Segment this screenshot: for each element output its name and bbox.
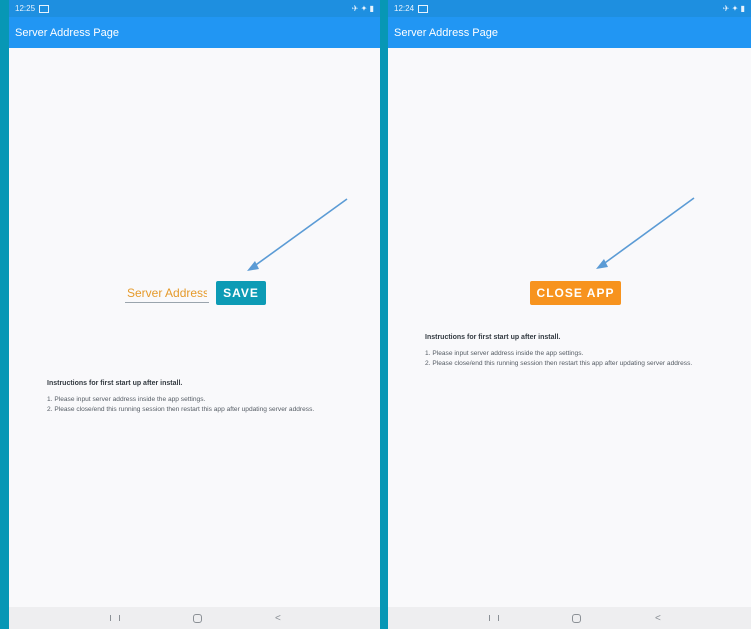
left-screen: 12:25 ✈ ✦ ▮ Server Address Page SAVE Ins…	[0, 0, 384, 629]
instruction-item: 1. Please input server address inside th…	[47, 396, 206, 403]
app-bar: Server Address Page	[388, 17, 751, 48]
right-screen: 12:24 ✈ ✦ ▮ Server Address Page CLOSE AP…	[384, 0, 751, 629]
instruction-item: 2. Please close/end this running session…	[425, 360, 693, 367]
instruction-item: 1. Please input server address inside th…	[425, 350, 584, 357]
status-icons: ✈ ✦ ▮	[351, 4, 374, 13]
instructions-title: Instructions for first start up after in…	[47, 380, 183, 387]
instructions-block: Instructions for first start up after in…	[425, 334, 692, 370]
status-icons: ✈ ✦ ▮	[722, 4, 745, 13]
instructions-block: Instructions for first start up after in…	[47, 380, 314, 416]
home-icon[interactable]	[193, 613, 202, 623]
app-bar: Server Address Page	[9, 17, 380, 48]
app-bar-title: Server Address Page	[394, 26, 498, 39]
server-address-input[interactable]	[125, 283, 209, 303]
back-icon[interactable]: <	[275, 613, 281, 624]
status-bar: 12:25 ✈ ✦ ▮	[9, 0, 380, 17]
annotation-arrow	[596, 197, 695, 269]
instruction-item: 2. Please close/end this running session…	[47, 406, 315, 413]
image-notification-icon	[418, 4, 429, 13]
home-icon[interactable]	[572, 613, 581, 623]
status-bar: 12:24 ✈ ✦ ▮	[388, 0, 751, 17]
save-button[interactable]: SAVE	[216, 281, 266, 305]
recents-icon[interactable]	[489, 615, 499, 621]
app-bar-title: Server Address Page	[15, 26, 119, 39]
instructions-title: Instructions for first start up after in…	[425, 334, 561, 341]
recents-icon[interactable]	[110, 615, 120, 621]
close-app-button[interactable]: CLOSE APP	[530, 281, 621, 305]
status-time: 12:25	[15, 4, 36, 13]
status-time: 12:24	[394, 4, 415, 13]
system-nav-bar: <	[388, 607, 751, 629]
image-notification-icon	[39, 4, 50, 13]
back-icon[interactable]: <	[655, 613, 661, 624]
annotation-arrow	[247, 198, 348, 271]
server-address-row: SAVE	[125, 281, 266, 305]
system-nav-bar: <	[9, 607, 380, 629]
